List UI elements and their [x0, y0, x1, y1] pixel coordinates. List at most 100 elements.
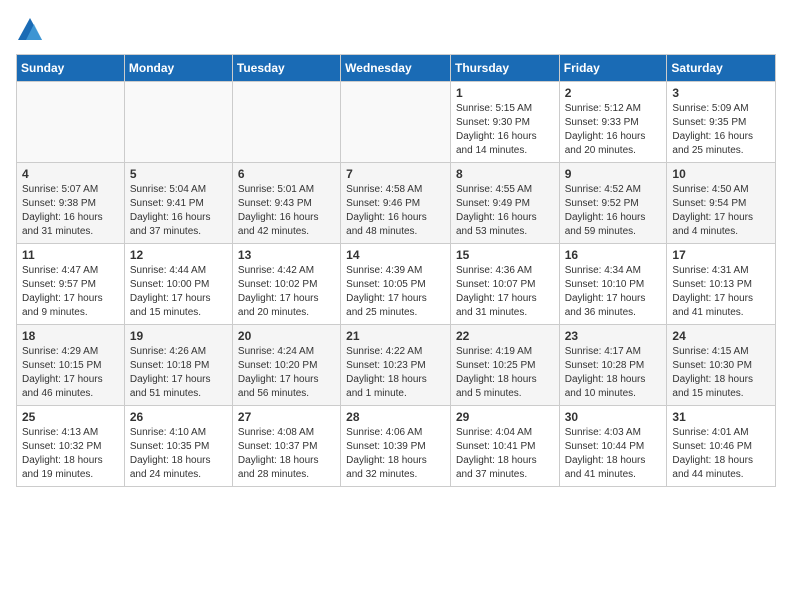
day-info: Sunrise: 4:19 AM Sunset: 10:25 PM Daylig… [456, 345, 554, 401]
calendar-cell: 26 Sunrise: 4:10 AM Sunset: 10:35 PM Dayl… [124, 406, 232, 487]
calendar-table: SundayMondayTuesdayWednesdayThursdayFrid… [16, 54, 776, 487]
day-info: Sunrise: 4:08 AM Sunset: 10:37 PM Daylig… [238, 426, 335, 482]
day-info: Sunrise: 4:29 AM Sunset: 10:15 PM Daylig… [22, 345, 119, 401]
calendar-header-row: SundayMondayTuesdayWednesdayThursdayFrid… [17, 55, 776, 82]
calendar-cell: 3 Sunrise: 5:09 AM Sunset: 9:35 PM Daylig… [667, 82, 776, 163]
day-info: Sunrise: 4:13 AM Sunset: 10:32 PM Daylig… [22, 426, 119, 482]
day-info: Sunrise: 5:12 AM Sunset: 9:33 PM Dayligh… [565, 102, 662, 158]
col-header-sunday: Sunday [17, 55, 125, 82]
day-info: Sunrise: 5:04 AM Sunset: 9:41 PM Dayligh… [130, 183, 227, 239]
calendar-cell: 6 Sunrise: 5:01 AM Sunset: 9:43 PM Daylig… [232, 163, 340, 244]
day-number: 11 [22, 248, 119, 262]
calendar-cell: 11 Sunrise: 4:47 AM Sunset: 9:57 PM Dayli… [17, 244, 125, 325]
col-header-wednesday: Wednesday [341, 55, 451, 82]
col-header-monday: Monday [124, 55, 232, 82]
calendar-cell: 20 Sunrise: 4:24 AM Sunset: 10:20 PM Dayl… [232, 325, 340, 406]
day-number: 3 [672, 86, 770, 100]
day-number: 28 [346, 410, 445, 424]
day-info: Sunrise: 4:52 AM Sunset: 9:52 PM Dayligh… [565, 183, 662, 239]
calendar-cell: 15 Sunrise: 4:36 AM Sunset: 10:07 PM Dayl… [450, 244, 559, 325]
calendar-week-row: 11 Sunrise: 4:47 AM Sunset: 9:57 PM Dayli… [17, 244, 776, 325]
calendar-cell [232, 82, 340, 163]
day-number: 23 [565, 329, 662, 343]
day-number: 19 [130, 329, 227, 343]
calendar-week-row: 18Sunrise: 4:29 AM Sunset: 10:15 PM Dayl… [17, 325, 776, 406]
day-number: 1 [456, 86, 554, 100]
day-info: Sunrise: 4:47 AM Sunset: 9:57 PM Dayligh… [22, 264, 119, 320]
col-header-friday: Friday [559, 55, 667, 82]
day-info: Sunrise: 4:36 AM Sunset: 10:07 PM Daylig… [456, 264, 554, 320]
day-number: 7 [346, 167, 445, 181]
calendar-cell: 18Sunrise: 4:29 AM Sunset: 10:15 PM Dayl… [17, 325, 125, 406]
col-header-tuesday: Tuesday [232, 55, 340, 82]
day-number: 15 [456, 248, 554, 262]
day-info: Sunrise: 4:34 AM Sunset: 10:10 PM Daylig… [565, 264, 662, 320]
day-number: 12 [130, 248, 227, 262]
day-number: 4 [22, 167, 119, 181]
day-number: 6 [238, 167, 335, 181]
day-number: 29 [456, 410, 554, 424]
day-info: Sunrise: 4:24 AM Sunset: 10:20 PM Daylig… [238, 345, 335, 401]
day-info: Sunrise: 4:31 AM Sunset: 10:13 PM Daylig… [672, 264, 770, 320]
calendar-cell: 13 Sunrise: 4:42 AM Sunset: 10:02 PM Dayl… [232, 244, 340, 325]
day-info: Sunrise: 5:15 AM Sunset: 9:30 PM Dayligh… [456, 102, 554, 158]
calendar-cell: 23 Sunrise: 4:17 AM Sunset: 10:28 PM Dayl… [559, 325, 667, 406]
calendar-cell: 25 Sunrise: 4:13 AM Sunset: 10:32 PM Dayl… [17, 406, 125, 487]
day-number: 10 [672, 167, 770, 181]
calendar-cell: 22 Sunrise: 4:19 AM Sunset: 10:25 PM Dayl… [450, 325, 559, 406]
day-info: Sunrise: 4:26 AM Sunset: 10:18 PM Daylig… [130, 345, 227, 401]
day-info: Sunrise: 4:50 AM Sunset: 9:54 PM Dayligh… [672, 183, 770, 239]
day-number: 22 [456, 329, 554, 343]
day-number: 8 [456, 167, 554, 181]
day-info: Sunrise: 4:03 AM Sunset: 10:44 PM Daylig… [565, 426, 662, 482]
day-info: Sunrise: 4:55 AM Sunset: 9:49 PM Dayligh… [456, 183, 554, 239]
day-number: 26 [130, 410, 227, 424]
calendar-cell: 8 Sunrise: 4:55 AM Sunset: 9:49 PM Daylig… [450, 163, 559, 244]
calendar-cell: 29 Sunrise: 4:04 AM Sunset: 10:41 PM Dayl… [450, 406, 559, 487]
day-info: Sunrise: 5:09 AM Sunset: 9:35 PM Dayligh… [672, 102, 770, 158]
day-number: 14 [346, 248, 445, 262]
day-info: Sunrise: 4:58 AM Sunset: 9:46 PM Dayligh… [346, 183, 445, 239]
calendar-cell: 16 Sunrise: 4:34 AM Sunset: 10:10 PM Dayl… [559, 244, 667, 325]
calendar-cell: 19 Sunrise: 4:26 AM Sunset: 10:18 PM Dayl… [124, 325, 232, 406]
day-info: Sunrise: 4:01 AM Sunset: 10:46 PM Daylig… [672, 426, 770, 482]
calendar-cell: 12 Sunrise: 4:44 AM Sunset: 10:00 PM Dayl… [124, 244, 232, 325]
logo-icon [16, 16, 44, 44]
calendar-cell [124, 82, 232, 163]
day-info: Sunrise: 4:15 AM Sunset: 10:30 PM Daylig… [672, 345, 770, 401]
calendar-cell [17, 82, 125, 163]
calendar-cell: 7 Sunrise: 4:58 AM Sunset: 9:46 PM Daylig… [341, 163, 451, 244]
day-number: 13 [238, 248, 335, 262]
calendar-cell: 21 Sunrise: 4:22 AM Sunset: 10:23 PM Dayl… [341, 325, 451, 406]
calendar-week-row: 25 Sunrise: 4:13 AM Sunset: 10:32 PM Dayl… [17, 406, 776, 487]
day-info: Sunrise: 4:44 AM Sunset: 10:00 PM Daylig… [130, 264, 227, 320]
day-info: Sunrise: 4:22 AM Sunset: 10:23 PM Daylig… [346, 345, 445, 401]
calendar-week-row: 1 Sunrise: 5:15 AM Sunset: 9:30 PM Daylig… [17, 82, 776, 163]
calendar-cell: 1 Sunrise: 5:15 AM Sunset: 9:30 PM Daylig… [450, 82, 559, 163]
day-info: Sunrise: 4:17 AM Sunset: 10:28 PM Daylig… [565, 345, 662, 401]
calendar-cell: 24Sunrise: 4:15 AM Sunset: 10:30 PM Dayl… [667, 325, 776, 406]
calendar-cell: 4 Sunrise: 5:07 AM Sunset: 9:38 PM Daylig… [17, 163, 125, 244]
calendar-cell: 9Sunrise: 4:52 AM Sunset: 9:52 PM Daylig… [559, 163, 667, 244]
day-number: 25 [22, 410, 119, 424]
day-info: Sunrise: 4:42 AM Sunset: 10:02 PM Daylig… [238, 264, 335, 320]
day-number: 5 [130, 167, 227, 181]
col-header-thursday: Thursday [450, 55, 559, 82]
calendar-cell [341, 82, 451, 163]
col-header-saturday: Saturday [667, 55, 776, 82]
calendar-cell: 30 Sunrise: 4:03 AM Sunset: 10:44 PM Dayl… [559, 406, 667, 487]
calendar-cell: 17Sunrise: 4:31 AM Sunset: 10:13 PM Dayl… [667, 244, 776, 325]
day-info: Sunrise: 4:10 AM Sunset: 10:35 PM Daylig… [130, 426, 227, 482]
calendar-cell: 5 Sunrise: 5:04 AM Sunset: 9:41 PM Daylig… [124, 163, 232, 244]
day-number: 27 [238, 410, 335, 424]
day-number: 30 [565, 410, 662, 424]
day-number: 20 [238, 329, 335, 343]
day-number: 2 [565, 86, 662, 100]
day-number: 16 [565, 248, 662, 262]
day-info: Sunrise: 5:07 AM Sunset: 9:38 PM Dayligh… [22, 183, 119, 239]
day-info: Sunrise: 5:01 AM Sunset: 9:43 PM Dayligh… [238, 183, 335, 239]
day-number: 21 [346, 329, 445, 343]
day-number: 31 [672, 410, 770, 424]
day-info: Sunrise: 4:39 AM Sunset: 10:05 PM Daylig… [346, 264, 445, 320]
day-info: Sunrise: 4:04 AM Sunset: 10:41 PM Daylig… [456, 426, 554, 482]
